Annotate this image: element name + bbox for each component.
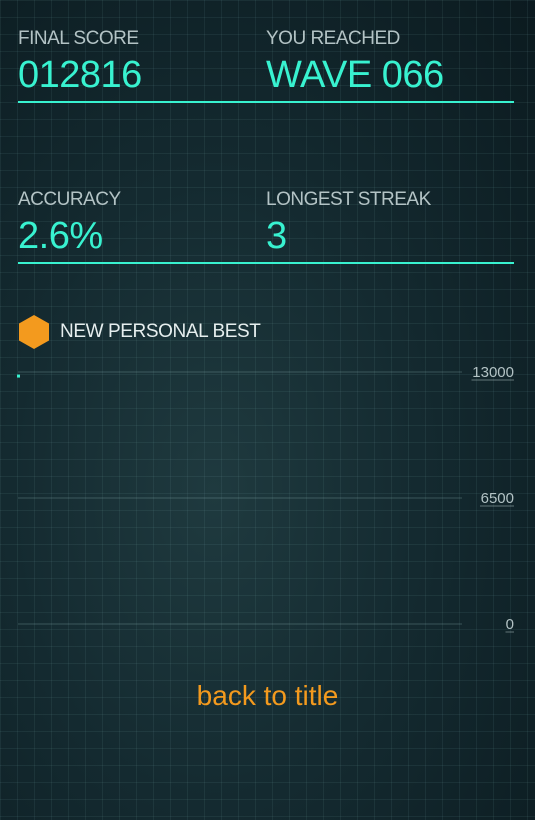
y-tick-label: 13000 [472, 364, 514, 381]
score-point [17, 374, 20, 378]
y-tick-label: 0 [506, 616, 514, 633]
back-to-title-button[interactable]: back to title [0, 680, 535, 712]
y-tick-label: 6500 [481, 490, 514, 507]
